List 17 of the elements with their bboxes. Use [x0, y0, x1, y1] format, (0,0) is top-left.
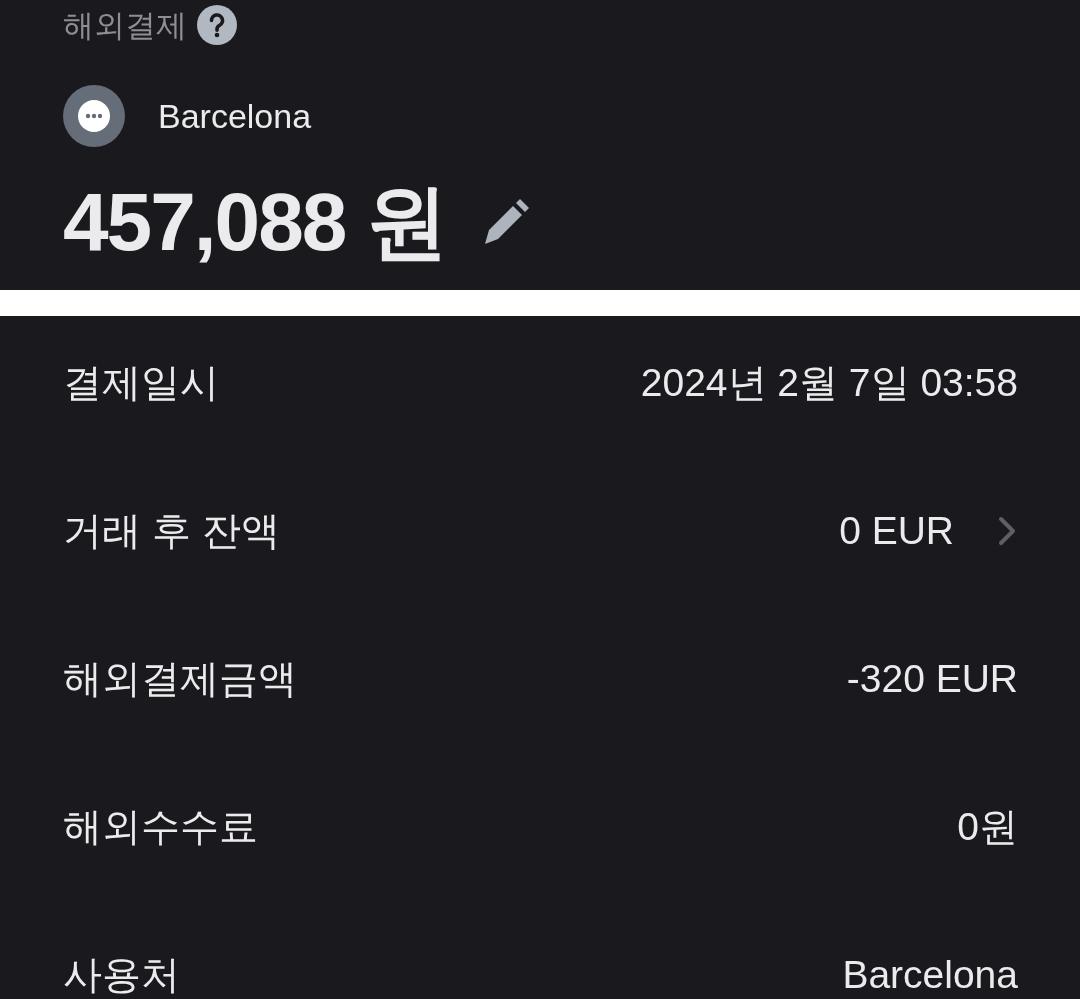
ellipsis-icon: [63, 85, 125, 147]
chevron-right-icon[interactable]: [998, 516, 1016, 546]
pencil-icon[interactable]: [482, 198, 531, 247]
amount-text: 457,088 원: [63, 177, 447, 268]
detail-value[interactable]: 0 EUR: [839, 509, 954, 553]
detail-label: 해외결제금액: [63, 657, 297, 701]
help-icon[interactable]: [197, 5, 237, 45]
detail-label: 해외수수료: [63, 805, 258, 849]
detail-value: Barcelona: [842, 953, 1018, 997]
detail-label: 결제일시: [63, 361, 219, 405]
section-title: 해외결제: [63, 9, 187, 41]
detail-value: 0원: [957, 805, 1018, 849]
detail-value: -320 EUR: [846, 657, 1018, 701]
detail-label: 거래 후 잔액: [63, 509, 280, 553]
detail-label: 사용처: [63, 953, 180, 997]
detail-value: 2024년 2월 7일 03:58: [640, 361, 1018, 405]
merchant-name: Barcelona: [158, 99, 312, 133]
